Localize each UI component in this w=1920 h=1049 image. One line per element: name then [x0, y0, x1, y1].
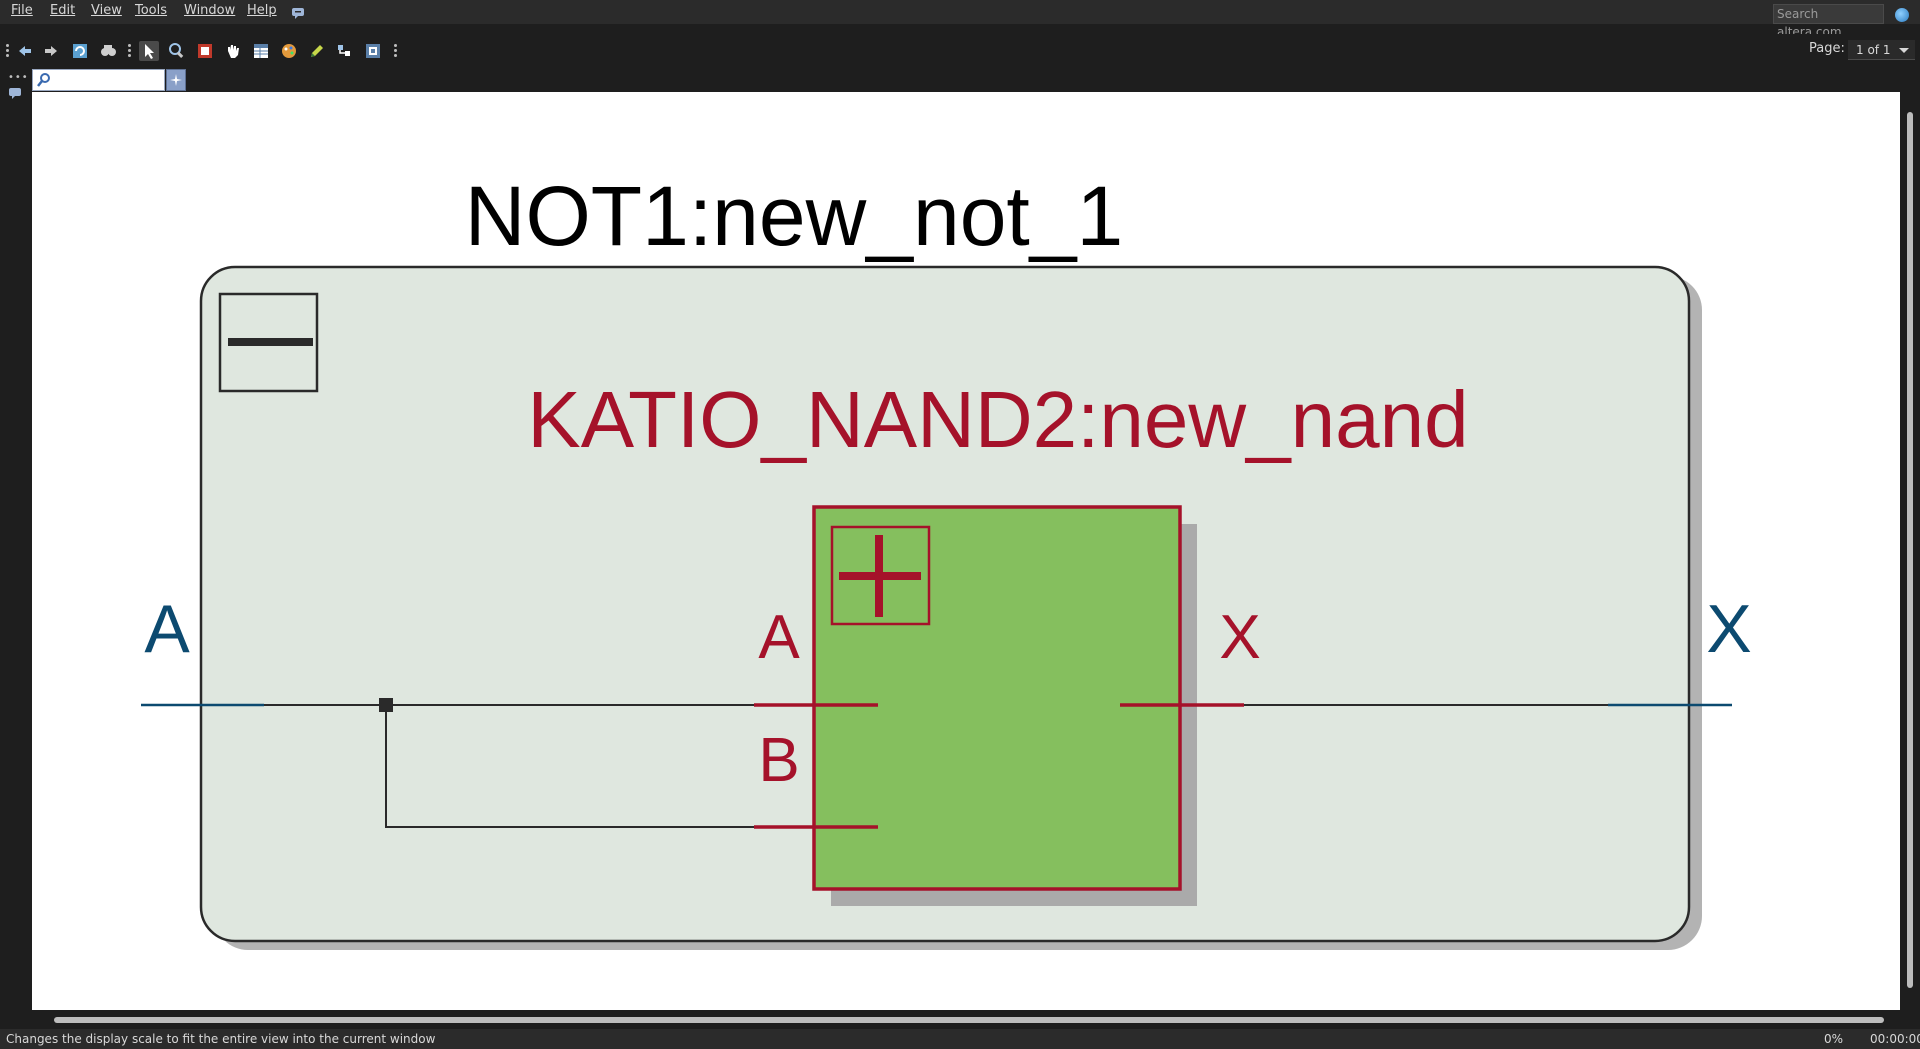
left-rail: ••• — [0, 68, 31, 1012]
vertical-scroll-thumb[interactable] — [1907, 112, 1913, 988]
page-label: Page: — [1809, 41, 1845, 56]
select-tool-icon[interactable] — [139, 41, 159, 61]
more-icon[interactable]: ••• — [8, 72, 29, 83]
palette-icon[interactable] — [279, 41, 299, 61]
search-input[interactable]: Search altera.com — [1773, 4, 1884, 39]
back-icon[interactable] — [15, 41, 35, 61]
chat-icon-small[interactable] — [8, 84, 22, 99]
refresh-icon[interactable] — [70, 41, 90, 61]
minus-icon — [228, 338, 313, 346]
plus-icon-horizontal — [839, 572, 921, 580]
filter-search-icon — [37, 73, 50, 87]
inner-port-x-label: X — [1219, 603, 1260, 672]
toolbar-separator — [128, 44, 131, 59]
table-icon[interactable] — [251, 41, 271, 61]
inner-instance-name: KATIO_NAND2:new_nand — [527, 375, 1468, 464]
menu-bar: File Edit View Tools Window Help Search … — [0, 0, 1920, 39]
toolbar — [0, 34, 1920, 68]
status-bar: Changes the display scale to fit the ent… — [0, 1029, 1920, 1049]
sparkle-icon — [170, 74, 182, 86]
globe-icon[interactable] — [1895, 8, 1909, 22]
filter-input[interactable] — [32, 69, 165, 91]
find-icon[interactable] — [98, 41, 118, 61]
menu-tools[interactable]: Tools — [135, 3, 167, 18]
filter-apply-button[interactable] — [166, 69, 186, 91]
menu-window[interactable]: Window — [184, 3, 235, 18]
menu-view[interactable]: View — [91, 3, 122, 18]
chat-icon[interactable] — [291, 4, 305, 19]
inner-port-b-label: B — [758, 726, 799, 795]
export-icon[interactable] — [363, 41, 383, 61]
hand-pan-icon[interactable] — [223, 41, 243, 61]
inner-block[interactable] — [812, 505, 1182, 891]
status-progress: 0% — [1824, 1032, 1844, 1046]
toolbar-grip-end[interactable] — [394, 44, 397, 59]
inner-port-a-label: A — [758, 603, 800, 672]
toolbar-grip[interactable] — [6, 44, 9, 59]
horizontal-scroll-thumb[interactable] — [54, 1017, 1884, 1023]
schematic-canvas[interactable]: NOT1:new_not_1 KATIO_NAND2:new_nand A B … — [32, 92, 1900, 1010]
top-port-a-label: A — [144, 591, 190, 667]
page-select[interactable]: 1 of 1 — [1848, 40, 1915, 60]
fit-window-icon[interactable] — [195, 41, 215, 61]
chevron-down-icon — [1899, 48, 1909, 53]
menu-edit[interactable]: Edit — [50, 3, 75, 18]
edit-pencil-icon[interactable] — [307, 41, 327, 61]
zoom-icon[interactable] — [167, 41, 187, 61]
vertical-scrollbar[interactable] — [1900, 92, 1920, 1010]
hierarchy-icon[interactable] — [335, 41, 355, 61]
top-port-x-label: X — [1706, 591, 1751, 667]
outer-instance-name: NOT1:new_not_1 — [465, 169, 1123, 263]
horizontal-scrollbar[interactable] — [32, 1010, 1900, 1029]
menu-file[interactable]: File — [11, 3, 33, 18]
status-time: 00:00:00 — [1870, 1032, 1920, 1046]
forward-icon[interactable] — [41, 41, 61, 61]
menu-help[interactable]: Help — [247, 3, 277, 18]
wire-junction — [379, 698, 393, 712]
status-message: Changes the display scale to fit the ent… — [6, 1032, 436, 1046]
